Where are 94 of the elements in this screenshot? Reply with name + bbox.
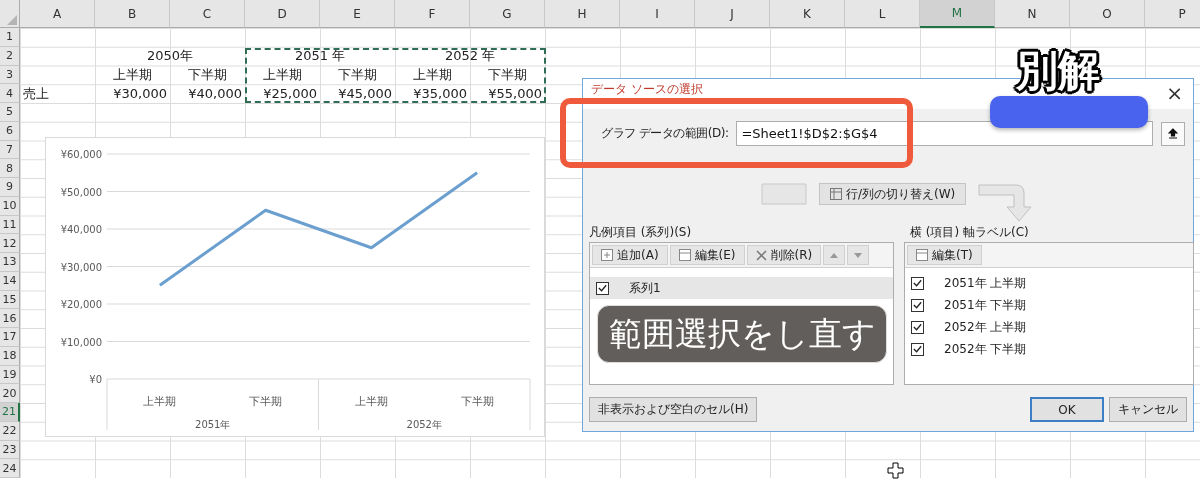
upload-arrow-icon [1168, 128, 1178, 139]
axis-label-item: 2052年 上半期 [944, 318, 1027, 336]
column-header[interactable]: D [245, 0, 320, 28]
table-cell-text: 売上 [22, 84, 50, 103]
row-header[interactable]: 13 [0, 253, 20, 272]
row-header[interactable]: 4 [0, 84, 20, 103]
table-cell-text: 2052 年 [443, 47, 497, 66]
x-axis-label: 上半期 [143, 395, 177, 408]
column-header[interactable]: G [470, 0, 545, 28]
table-cell-text: 上半期 [412, 65, 453, 84]
checkbox[interactable] [911, 342, 924, 356]
column-header[interactable]: P [1145, 0, 1200, 28]
toolbar-button[interactable]: 編集(E) [669, 245, 745, 265]
row-header[interactable]: 21 [0, 403, 20, 422]
y-axis-label: ¥60,000 [60, 149, 102, 160]
table-cell-text: ¥25,000 [262, 85, 318, 103]
toolbar-button[interactable]: 削除(R) [746, 245, 822, 265]
row-header[interactable]: 1 [0, 28, 20, 47]
series-list-label: 凡例項目 (系列)(S) [589, 224, 693, 241]
swap-grid-icon [830, 188, 842, 200]
y-axis-label: ¥40,000 [60, 224, 102, 235]
row-header[interactable]: 17 [0, 328, 20, 347]
edit-grid-icon [678, 249, 691, 261]
hidden-cells-button[interactable]: 非表示および空白のセル(H) [589, 397, 758, 422]
x-axis-label: 下半期 [460, 395, 494, 408]
ok-button[interactable]: OK [1030, 397, 1104, 422]
y-axis-label: ¥0 [89, 374, 102, 385]
up-triangle-icon [830, 252, 839, 258]
checkbox[interactable] [911, 298, 924, 312]
y-axis-label: ¥10,000 [60, 336, 102, 348]
table-cell-text: ¥55,000 [487, 85, 543, 103]
checkbox[interactable] [911, 320, 924, 334]
column-header[interactable]: M [920, 0, 995, 28]
column-header[interactable]: N [995, 0, 1070, 28]
table-cell-text: 上半期 [112, 65, 153, 84]
table-cell-text: ¥40,000 [187, 85, 243, 103]
checkbox[interactable] [911, 276, 924, 290]
column-header[interactable]: I [620, 0, 695, 28]
table-cell-text: ¥35,000 [412, 85, 468, 103]
add-icon [601, 249, 613, 261]
column-header[interactable]: K [770, 0, 845, 28]
toolbar-button[interactable]: 編集(T) [907, 245, 982, 265]
table-cell-text: ¥30,000 [112, 85, 168, 103]
x-axis-label: 下半期 [249, 395, 283, 408]
row-header[interactable]: 20 [0, 384, 20, 403]
table-cell-text: 下半期 [487, 65, 528, 84]
axis-label-item: 2052年 下半期 [944, 340, 1027, 358]
cursor-icon [887, 462, 904, 479]
column-header[interactable]: C [170, 0, 245, 28]
range-label: グラフ データの範囲(D): [601, 125, 729, 142]
table-cell-text: 2051 年 [293, 47, 347, 66]
series-name: 系列1 [629, 279, 661, 297]
row-header[interactable]: 8 [0, 159, 20, 178]
row-header[interactable]: 24 [0, 459, 20, 478]
row-header[interactable]: 16 [0, 309, 20, 328]
dialog-title: データ ソースの選択 [591, 81, 703, 98]
y-axis-label: ¥30,000 [60, 261, 102, 273]
checkbox[interactable] [596, 281, 609, 295]
caption: 範囲選択をし直す [597, 305, 887, 363]
category-group-label: 2052年 [406, 419, 442, 430]
table-cell-text: 上半期 [262, 65, 303, 84]
collapse-button[interactable] [1161, 121, 1185, 146]
y-axis-label: ¥50,000 [60, 186, 102, 198]
table-cell-text: 2050年 [145, 47, 195, 66]
axis-label-item: 2051年 上半期 [944, 274, 1027, 292]
row-header[interactable]: 5 [0, 103, 20, 122]
column-header[interactable]: L [845, 0, 920, 28]
move-down-button[interactable] [847, 245, 870, 265]
toolbar-button[interactable]: 追加(A) [592, 245, 668, 265]
column-header[interactable]: F [395, 0, 470, 28]
column-header[interactable]: B [95, 0, 170, 28]
axis-label-item: 2051年 下半期 [944, 296, 1027, 314]
cancel-button[interactable]: キャンセル [1109, 397, 1187, 422]
column-header[interactable]: O [1070, 0, 1145, 28]
table-cell-text: 下半期 [187, 65, 228, 84]
axis-label-list-label: 横 (項目) 軸ラベル(C) [909, 224, 1030, 241]
x-axis-label: 上半期 [354, 395, 388, 408]
series-list-item[interactable]: 系列1 [590, 277, 893, 299]
delete-icon [755, 249, 767, 261]
edit-grid-icon [916, 249, 928, 261]
down-triangle-icon [854, 252, 863, 258]
column-header[interactable]: H [545, 0, 620, 28]
column-header[interactable]: J [695, 0, 770, 28]
move-up-button[interactable] [823, 245, 846, 265]
row-header[interactable]: 9 [0, 178, 20, 197]
table-cell-text: ¥45,000 [337, 85, 393, 103]
table-cell-text: 下半期 [337, 65, 378, 84]
close-button[interactable]: × [1160, 81, 1189, 105]
y-axis-label: ¥20,000 [60, 299, 102, 310]
switch-row-column-button[interactable]: 行/列の切り替え(W) [819, 183, 967, 205]
column-header[interactable]: E [320, 0, 395, 28]
column-header[interactable]: A [20, 0, 95, 28]
row-header[interactable]: 12 [0, 234, 20, 253]
category-group-label: 2051年 [195, 419, 231, 430]
